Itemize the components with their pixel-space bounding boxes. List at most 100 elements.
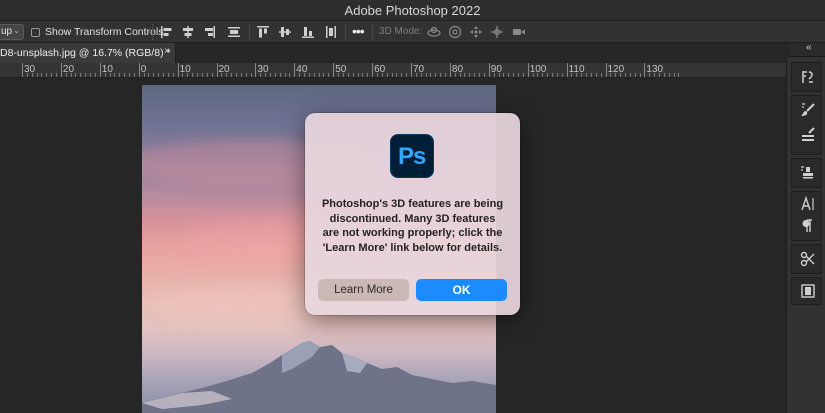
ruler-minor-tick: [595, 73, 597, 77]
window-title: Adobe Photoshop 2022: [344, 3, 481, 18]
title-bar: Adobe Photoshop 2022: [0, 0, 825, 21]
ruler-major-tick: [99, 63, 101, 77]
ruler-major-tick: [333, 63, 335, 77]
chevron-down-icon: ⌄: [13, 26, 20, 35]
orbit-3d-icon[interactable]: [427, 25, 441, 39]
ruler-minor-tick: [537, 73, 539, 77]
ruler-minor-tick: [65, 73, 67, 77]
ruler-minor-tick: [284, 73, 286, 77]
photoshop-logo-icon: Ps: [390, 134, 434, 178]
ruler-tick-label: 70: [413, 64, 425, 75]
ruler-minor-tick: [211, 73, 213, 77]
ruler-minor-tick: [503, 73, 505, 77]
align-top-icon[interactable]: [256, 25, 270, 39]
pan-3d-icon[interactable]: [469, 25, 483, 39]
ruler-minor-tick: [658, 73, 660, 77]
ruler-minor-tick: [430, 73, 432, 77]
ruler-minor-tick: [600, 73, 602, 77]
panel-collapse-button[interactable]: «: [790, 42, 825, 57]
dialog-message: Photoshop's 3D features are being discon…: [321, 198, 504, 254]
ruler-minor-tick: [318, 73, 320, 77]
history-icon[interactable]: [800, 69, 816, 85]
ruler-major-tick: [449, 63, 451, 77]
ruler-minor-tick: [94, 73, 96, 77]
align-horizontal-center-icon[interactable]: [181, 25, 195, 39]
document-tab-bar: D8-unsplash.jpg @ 16.7% (RGB/8) * ×: [0, 43, 790, 63]
paragraph-icon[interactable]: [800, 218, 816, 234]
auto-select-dropdown[interactable]: up ⌄: [0, 24, 24, 40]
ruler-major-tick: [527, 63, 529, 77]
character-icon[interactable]: [800, 196, 816, 212]
document-tab[interactable]: D8-unsplash.jpg @ 16.7% (RGB/8) * ×: [0, 43, 176, 63]
ruler-minor-tick: [80, 73, 82, 77]
ruler-major-tick: [294, 63, 296, 77]
ruler-minor-tick: [41, 73, 43, 77]
close-tab-icon[interactable]: ×: [164, 46, 170, 57]
distribute-vertical-icon[interactable]: [324, 25, 338, 39]
ruler-minor-tick: [547, 73, 549, 77]
ruler-minor-tick: [552, 73, 553, 77]
notes-icon[interactable]: [800, 283, 816, 299]
brush-icon[interactable]: [800, 102, 816, 118]
ruler-tick-label: 10: [101, 64, 113, 75]
ruler-minor-tick: [260, 73, 262, 77]
ruler-minor-tick: [221, 73, 223, 77]
show-transform-checkbox[interactable]: [31, 28, 40, 37]
tool-presets-icon[interactable]: [800, 251, 816, 267]
ruler-minor-tick: [289, 73, 291, 77]
ruler-minor-tick: [576, 73, 578, 77]
ruler-minor-tick: [561, 73, 563, 77]
logo-text: Ps: [398, 143, 426, 170]
slide-3d-icon[interactable]: [490, 25, 504, 39]
ruler-minor-tick: [172, 73, 174, 77]
align-vertical-center-icon[interactable]: [278, 25, 292, 39]
canvas-area[interactable]: Ps Photoshop's 3D features are being dis…: [0, 78, 786, 413]
ruler-minor-tick: [279, 73, 281, 77]
ruler-major-tick: [255, 63, 257, 77]
ruler-minor-tick: [304, 73, 306, 77]
roll-3d-icon[interactable]: [448, 25, 462, 39]
brush-settings-icon[interactable]: [800, 126, 816, 142]
ruler-minor-tick: [571, 73, 573, 77]
ruler-minor-tick: [639, 73, 641, 77]
ruler-minor-tick: [26, 73, 28, 77]
ruler-tick-label: 10: [179, 64, 191, 75]
learn-more-button[interactable]: Learn More: [318, 279, 409, 301]
ruler-minor-tick: [386, 73, 388, 77]
ruler-minor-tick: [435, 73, 437, 77]
ruler-minor-tick: [90, 73, 92, 77]
ruler-minor-tick: [362, 73, 364, 77]
ok-button[interactable]: OK: [416, 279, 507, 301]
ruler-minor-tick: [226, 73, 228, 77]
ruler-tick-label: 50: [335, 64, 347, 75]
brush-panel-group: [791, 95, 822, 155]
ruler-major-tick: [22, 63, 23, 77]
ruler-minor-tick: [357, 73, 359, 77]
show-transform-label: Show Transform Controls: [45, 26, 164, 38]
video-camera-icon[interactable]: [512, 25, 526, 39]
align-bottom-icon[interactable]: [301, 25, 315, 39]
ruler-minor-tick: [109, 73, 111, 77]
ruler-minor-tick: [464, 73, 466, 77]
clone-stamp-icon[interactable]: [800, 165, 816, 181]
ruler-minor-tick: [649, 73, 651, 77]
ruler-minor-tick: [299, 73, 301, 77]
align-right-icon[interactable]: [202, 25, 216, 39]
ruler-minor-tick: [119, 73, 121, 77]
more-options-icon[interactable]: •••: [352, 23, 365, 39]
ruler-minor-tick: [615, 73, 617, 77]
distribute-icon[interactable]: [227, 25, 241, 39]
ruler-minor-tick: [338, 73, 340, 77]
divider: [152, 24, 153, 40]
ruler-minor-tick: [556, 73, 558, 77]
ruler-major-tick: [488, 63, 490, 77]
ruler-minor-tick: [469, 73, 471, 77]
ruler-minor-tick: [508, 73, 510, 77]
ruler-major-tick: [644, 63, 646, 77]
ruler-major-tick: [138, 63, 140, 77]
ruler-tick-label: 20: [62, 64, 75, 75]
ruler-minor-tick: [624, 73, 626, 77]
ruler-minor-tick: [163, 73, 164, 77]
align-left-icon[interactable]: [160, 25, 174, 39]
ruler-minor-tick: [274, 73, 276, 77]
